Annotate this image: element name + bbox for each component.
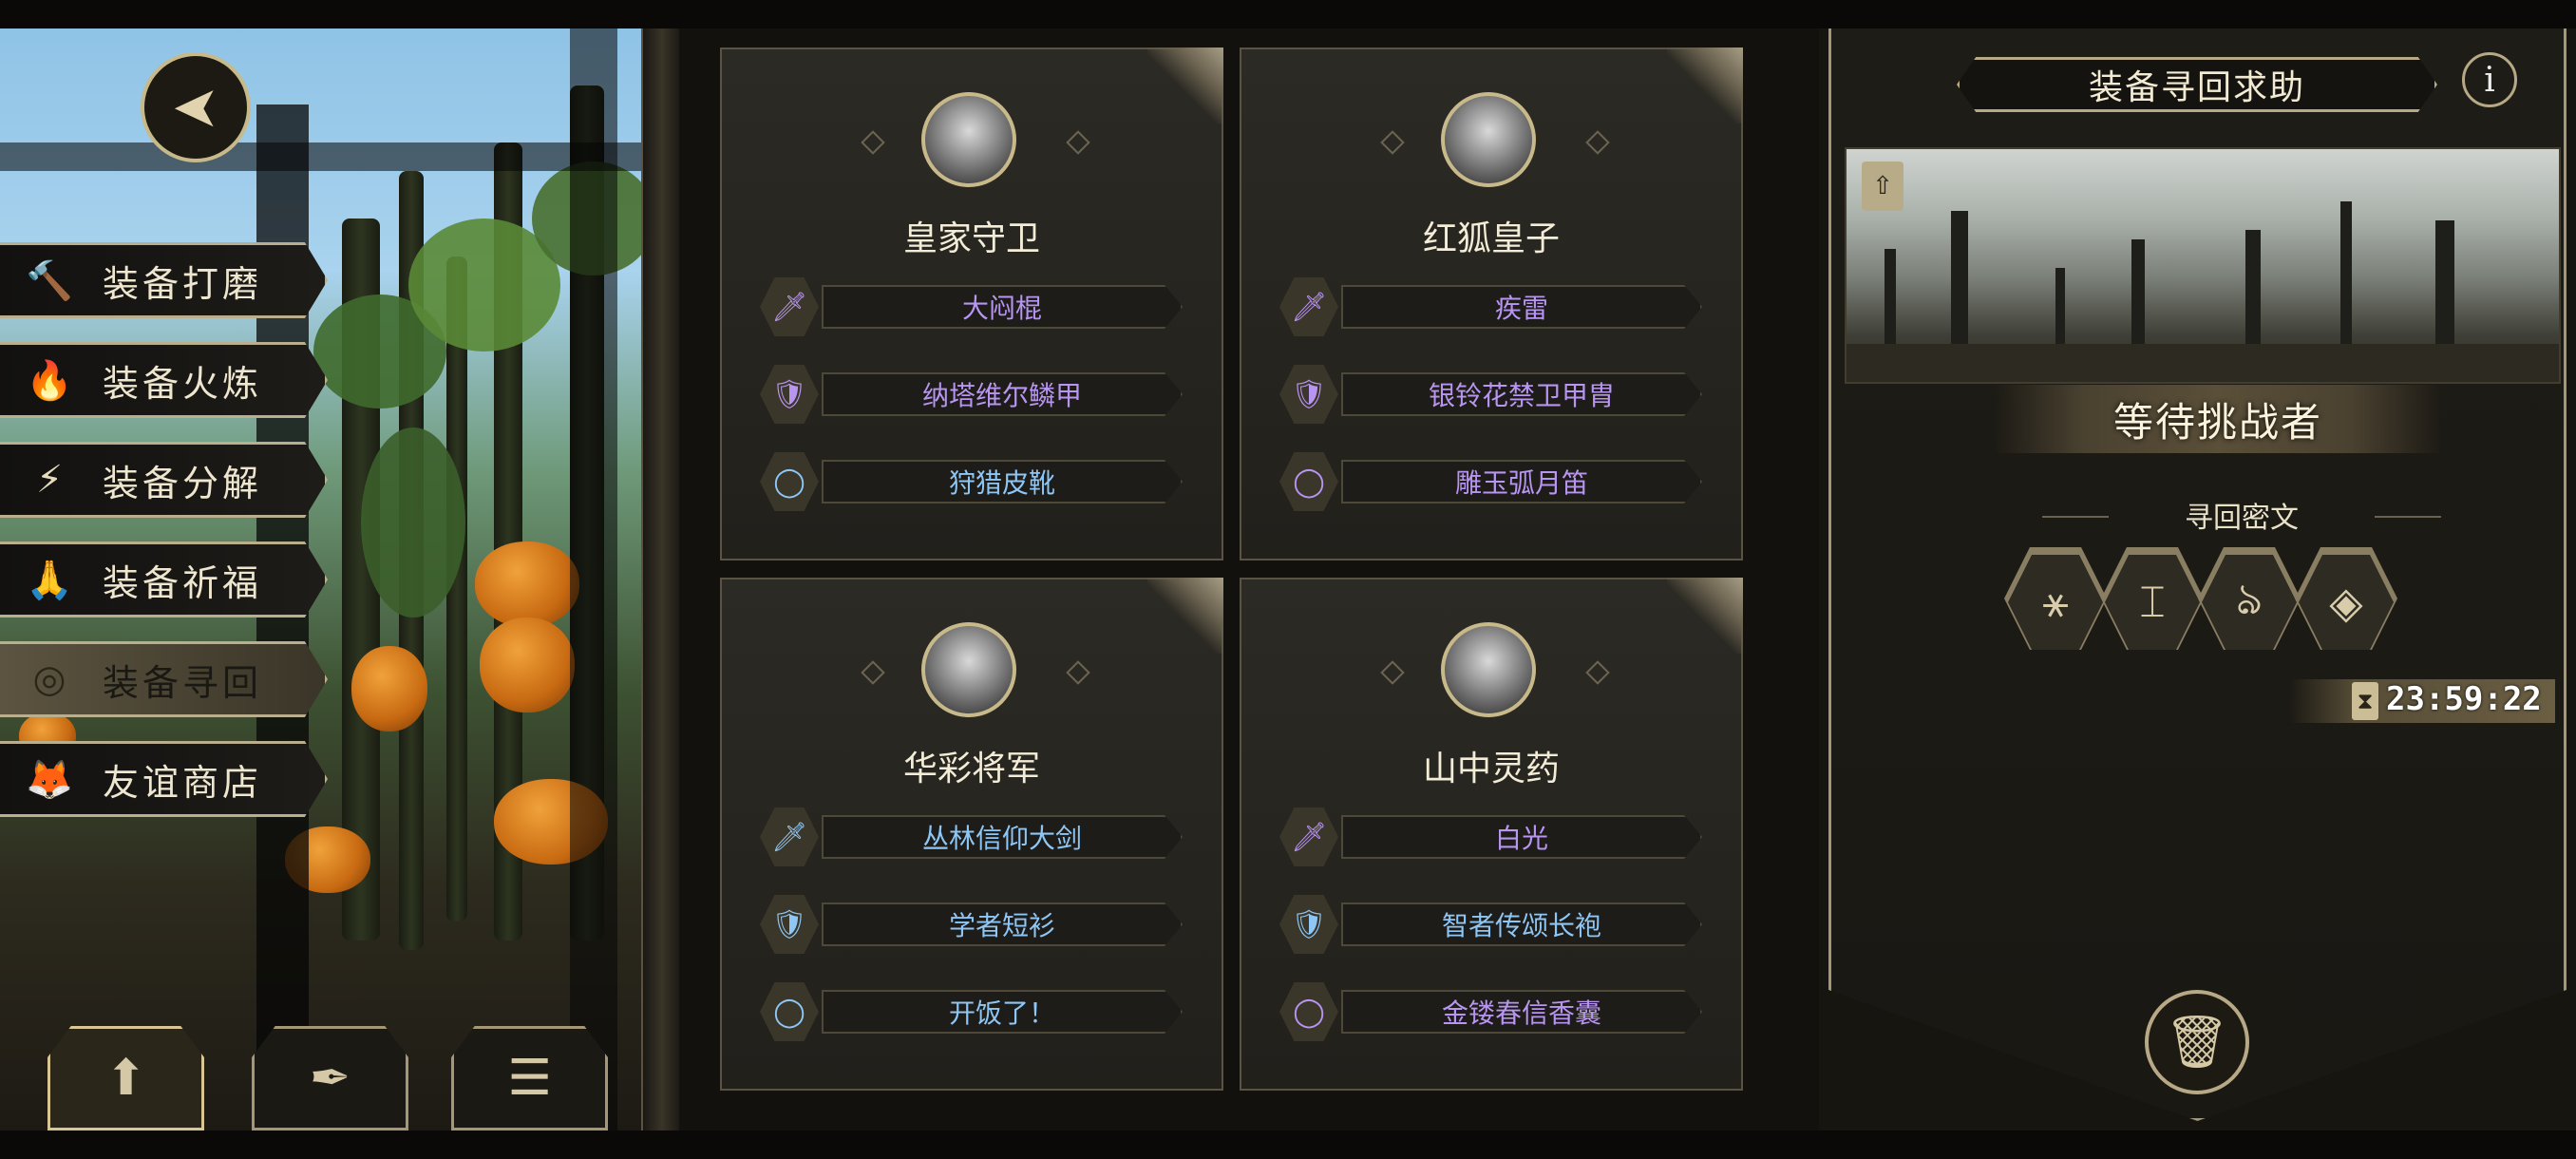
equipment-item[interactable]: 🛡 学者短衫: [760, 895, 1187, 954]
armor-icon: 🛡: [760, 895, 819, 954]
equipment-item[interactable]: ◯ 雕玉弧月笛: [1279, 452, 1707, 511]
item-label: 智者传颂长袍: [1341, 902, 1702, 946]
share-icon[interactable]: ⇧: [1862, 162, 1904, 211]
equipment-item[interactable]: 🛡 纳塔维尔鳞甲: [760, 365, 1187, 424]
hourglass-icon: ⧗: [2352, 682, 2378, 720]
panel-divider: [641, 28, 683, 1130]
item-label: 狩猎皮靴: [822, 460, 1183, 504]
bottom-border: [0, 1130, 2576, 1159]
countdown-timer: 23:59:22: [2386, 680, 2542, 718]
armor-icon: 🛡: [1279, 895, 1338, 954]
weapon-icon: 🗡: [1279, 277, 1338, 336]
menu-item-friend-shop[interactable]: 🦊 友谊商店: [0, 741, 328, 817]
menu-label: 装备祈福: [103, 561, 263, 604]
armor-icon: 🛡: [760, 365, 819, 424]
item-label: 银铃花禁卫甲胄: [1341, 372, 1702, 416]
weapon-icon: 🗡: [760, 808, 819, 866]
character-card[interactable]: 红狐皇子 🗡 疾雷 🛡 银铃花禁卫甲胄 ◯ 雕玉弧月笛: [1240, 48, 1743, 560]
character-name: 皇家守卫: [902, 219, 1040, 258]
weapon-icon: 🗡: [1279, 808, 1338, 866]
info-icon: i: [2484, 60, 2495, 100]
character-name: 山中灵药: [1422, 750, 1560, 788]
armor-icon: 🛡: [1279, 365, 1338, 424]
decompose-icon: ⚡: [35, 458, 64, 502]
equipment-item[interactable]: ◯ 开饭了！: [760, 982, 1187, 1041]
ring-icon: ◯: [760, 982, 819, 1041]
item-label: 疾雷: [1341, 285, 1702, 329]
fox-icon: 🦊: [26, 757, 73, 802]
item-label: 学者短衫: [822, 902, 1183, 946]
item-label: 雕玉弧月笛: [1341, 460, 1702, 504]
title-plate: 装备寻回求助: [1957, 57, 2437, 112]
item-label: 开饭了！: [822, 990, 1183, 1034]
challenge-banner-image: [1845, 147, 2561, 384]
equipment-item[interactable]: 🗡 白光: [1279, 808, 1707, 866]
character-portrait: [1441, 92, 1536, 187]
weapon-icon: 🗡: [760, 277, 819, 336]
character-portrait: [921, 622, 1016, 717]
trash-icon: 🗑: [2164, 1012, 2230, 1072]
item-label: 纳塔维尔鳞甲: [822, 372, 1183, 416]
character-card[interactable]: 华彩将军 🗡 丛林信仰大剑 🛡 学者短衫 ◯ 开饭了！: [720, 578, 1223, 1091]
top-border: [0, 0, 2576, 28]
back-button[interactable]: ➤: [141, 52, 251, 162]
character-card[interactable]: 皇家守卫 🗡 大闷棍 🛡 纳塔维尔鳞甲 ◯ 狩猎皮靴: [720, 48, 1223, 560]
menu-label: 装备寻回: [103, 661, 263, 704]
character-card[interactable]: 山中灵药 🗡 白光 🛡 智者传颂长袍 ◯ 金镂春信香囊: [1240, 578, 1743, 1091]
upload-button[interactable]: ⬆: [47, 1026, 204, 1130]
list-icon: ☰: [507, 1050, 552, 1107]
status-plate: 等待挑战者: [1995, 385, 2441, 453]
equipment-item[interactable]: ◯ 金镂春信香囊: [1279, 982, 1707, 1041]
cipher-label: 寻回密文: [2185, 502, 2299, 535]
item-label: 丛林信仰大剑: [822, 815, 1183, 859]
panel-title: 装备寻回求助: [2088, 68, 2305, 107]
target-icon: ◎: [32, 657, 66, 701]
menu-item-bless[interactable]: 🙏 装备祈福: [0, 542, 328, 618]
item-label: 白光: [1341, 815, 1702, 859]
equipment-item[interactable]: 🗡 疾雷: [1279, 277, 1707, 336]
feather-icon: ✒: [309, 1050, 351, 1107]
challenge-status: 等待挑战者: [2112, 398, 2322, 446]
menu-label: 装备打磨: [103, 262, 263, 305]
equipment-item[interactable]: ◯ 狩猎皮靴: [760, 452, 1187, 511]
ring-icon: ◯: [1279, 982, 1338, 1041]
feather-button[interactable]: ✒: [252, 1026, 408, 1130]
flame-icon: 🔥: [26, 358, 73, 403]
ring-icon: ◯: [1279, 452, 1338, 511]
menu-item-polish[interactable]: 🔨 装备打磨: [0, 242, 328, 318]
menu-item-retrieve[interactable]: ◎ 装备寻回: [0, 641, 328, 717]
list-button[interactable]: ☰: [451, 1026, 608, 1130]
character-name: 红狐皇子: [1422, 219, 1560, 258]
menu-label: 装备分解: [103, 462, 263, 504]
menu-label: 装备火炼: [103, 362, 263, 405]
upload-icon: ⬆: [104, 1050, 147, 1107]
equipment-item[interactable]: 🗡 大闷棍: [760, 277, 1187, 336]
equipment-item[interactable]: 🛡 银铃花禁卫甲胄: [1279, 365, 1707, 424]
equipment-item[interactable]: 🛡 智者传颂长袍: [1279, 895, 1707, 954]
equipment-item[interactable]: 🗡 丛林信仰大剑: [760, 808, 1187, 866]
delete-button[interactable]: 🗑: [2145, 990, 2249, 1094]
item-label: 金镂春信香囊: [1341, 990, 1702, 1034]
character-portrait: [1441, 622, 1536, 717]
character-name: 华彩将军: [902, 750, 1040, 788]
menu-item-decompose[interactable]: ⚡ 装备分解: [0, 442, 328, 518]
item-label: 大闷棍: [822, 285, 1183, 329]
ring-icon: ◯: [760, 452, 819, 511]
hammer-icon: 🔨: [26, 258, 73, 303]
menu-item-forge[interactable]: 🔥 装备火炼: [0, 342, 328, 418]
character-portrait: [921, 92, 1016, 187]
back-arrow-icon: ➤: [171, 74, 220, 141]
info-button[interactable]: i: [2462, 52, 2517, 107]
pray-icon: 🙏: [26, 558, 73, 602]
menu-label: 友谊商店: [103, 761, 263, 804]
